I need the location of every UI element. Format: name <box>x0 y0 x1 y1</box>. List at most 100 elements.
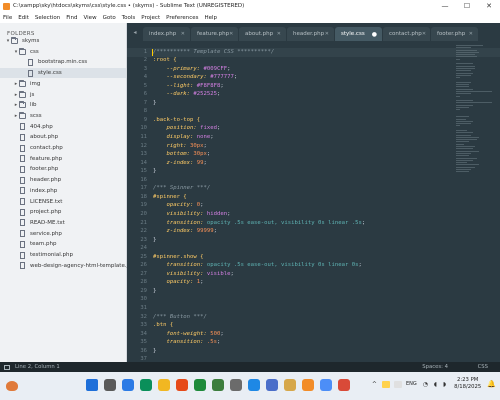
tree-file[interactable]: about.php <box>0 132 58 142</box>
code-line: --dark: #252525; <box>153 91 220 97</box>
indentation-setting[interactable]: Spaces: 4 <box>422 364 448 370</box>
taskbar-app-icon[interactable] <box>140 379 152 391</box>
tree-file[interactable]: team.php <box>0 239 57 249</box>
tree-file[interactable]: READ-ME.txt <box>0 218 65 228</box>
close-tab-icon[interactable]: ✕ <box>277 31 281 37</box>
menu-edit[interactable]: Edit <box>18 15 29 21</box>
close-tab-icon[interactable]: ✕ <box>325 31 329 37</box>
tree-file[interactable]: LICENSE.txt <box>0 197 62 207</box>
tree-file[interactable]: web-design-agency-html-template.jpg <box>0 261 135 271</box>
tree-file[interactable]: 404.php <box>0 122 53 132</box>
code-token: /********** Template CSS **********/ <box>153 48 275 55</box>
code-line: :root { <box>153 57 177 63</box>
tab-feature-php[interactable]: feature.php ✕ <box>191 27 238 41</box>
menu-project[interactable]: Project <box>141 15 160 21</box>
minimize-button[interactable]: — <box>434 0 456 12</box>
tree-file[interactable]: bootstrap.min.css <box>0 57 87 67</box>
code-token: } <box>153 287 157 294</box>
clock[interactable]: 2:23 PM 8/18/2025 <box>454 377 481 391</box>
code-line: #spinner { <box>153 194 187 200</box>
tab-footer-php[interactable]: footer.php ✕ <box>431 27 478 41</box>
network-volume-battery-icons[interactable]: ◔ ◖ ◗ <box>423 381 448 388</box>
syntax-setting[interactable]: CSS <box>478 364 488 370</box>
tab-index-php[interactable]: index.php ✕ <box>143 27 190 41</box>
unsaved-dot-icon[interactable]: ● <box>372 31 377 38</box>
taskbar-app-icon[interactable] <box>338 379 350 391</box>
taskbar-app-icon[interactable] <box>320 379 332 391</box>
taskbar-app-icon[interactable] <box>158 379 170 391</box>
close-tab-icon[interactable]: ✕ <box>422 31 426 37</box>
close-tab-icon[interactable]: ✕ <box>229 31 233 37</box>
menu-view[interactable]: View <box>84 15 97 21</box>
tree-file[interactable]: testimonial.php <box>0 250 73 260</box>
close-tab-icon[interactable]: ✕ <box>181 31 185 37</box>
start-button-icon[interactable] <box>86 379 98 391</box>
taskbar-app-icon[interactable] <box>122 379 134 391</box>
code-token: 30px <box>193 151 207 158</box>
tree-item-label: READ-ME.txt <box>30 219 65 226</box>
code-editor[interactable]: 1 2 3 4 5 6 7 8 9 10 11 12 13 14 15 16 17 18 19 20 21 22 23 24 2… <box>127 41 500 362</box>
menu-goto[interactable]: Goto <box>103 15 116 21</box>
tab-about-php[interactable]: about.php ✕ <box>239 27 286 41</box>
menu-find[interactable]: Find <box>66 15 77 21</box>
taskbar-app-icon[interactable] <box>176 379 188 391</box>
taskbar-app-icon[interactable] <box>212 379 224 391</box>
tree-file[interactable]: header.php <box>0 175 61 185</box>
taskbar-app-icon[interactable] <box>194 379 206 391</box>
menu-preferences[interactable]: Preferences <box>166 15 198 21</box>
tree-folder[interactable]: ▸ scss <box>0 111 42 121</box>
language-indicator[interactable]: ENG <box>406 381 417 387</box>
tree-file[interactable]: index.php <box>0 186 57 196</box>
taskbar-app-icon[interactable] <box>248 379 260 391</box>
tree-file[interactable]: footer.php <box>0 164 58 174</box>
tab-style-css[interactable]: style.css ● <box>335 27 382 41</box>
taskbar-app-icon[interactable] <box>230 379 242 391</box>
show-hidden-icons[interactable]: ^ <box>372 381 377 388</box>
code-line: /*** Spinner ***/ <box>153 185 210 191</box>
line-number: 36 <box>140 347 147 354</box>
tree-file[interactable]: service.php <box>0 229 62 239</box>
maximize-button[interactable]: ☐ <box>456 0 478 12</box>
tray-app-icon[interactable] <box>393 380 402 388</box>
code-token: fixed <box>200 125 217 132</box>
menu-help[interactable]: Help <box>204 15 217 21</box>
tab-header-php[interactable]: header.php ✕ <box>287 27 334 41</box>
menu-file[interactable]: File <box>3 15 12 21</box>
folder-icon <box>19 90 26 98</box>
minimap-line <box>456 148 474 150</box>
tab-scroll-left-icon[interactable]: ◂ <box>127 23 143 41</box>
minimap[interactable] <box>456 45 494 345</box>
tree-folder[interactable]: ▸ lib <box>0 100 37 110</box>
tree-folder[interactable]: ▾ skyms <box>0 36 39 46</box>
panel-toggle-icon[interactable] <box>4 364 10 370</box>
minimap-line <box>456 84 470 86</box>
taskbar-app-icon[interactable] <box>284 379 296 391</box>
tree-folder[interactable]: ▸ img <box>0 79 40 89</box>
line-number: 31 <box>140 305 147 311</box>
tree-file[interactable]: style.css <box>0 68 126 79</box>
line-number: 33 <box>140 322 147 329</box>
notification-icon[interactable]: 🔔 <box>487 380 496 388</box>
code-line: opacity: 0; <box>153 202 203 208</box>
taskbar-app-icon[interactable] <box>302 379 314 391</box>
menu-selection[interactable]: Selection <box>35 15 60 21</box>
code-line: } <box>153 168 156 174</box>
tree-file[interactable]: project.php <box>0 207 61 217</box>
tree-folder[interactable]: ▾ css <box>0 47 39 57</box>
weather-widget-icon[interactable] <box>6 381 18 391</box>
menu-tools[interactable]: Tools <box>122 15 136 21</box>
code-line: transition: opacity .5s ease-out, visibi… <box>153 262 361 268</box>
close-tab-icon[interactable]: ✕ <box>469 31 473 37</box>
code-line: transition: .5s; <box>153 339 220 345</box>
tree-file[interactable]: contact.php <box>0 143 63 153</box>
minimap-line <box>456 70 472 72</box>
search-icon[interactable] <box>104 379 116 391</box>
close-button[interactable]: ✕ <box>478 0 500 12</box>
tray-app-icon[interactable] <box>381 380 390 388</box>
code-token: ; <box>213 228 217 235</box>
tree-file[interactable]: feature.php <box>0 154 62 164</box>
taskbar-app-icon[interactable] <box>266 379 278 391</box>
tab-contact-php[interactable]: contact.php ✕ <box>383 27 430 41</box>
tab-label: footer.php <box>437 31 466 37</box>
tree-folder[interactable]: ▸ js <box>0 90 34 100</box>
